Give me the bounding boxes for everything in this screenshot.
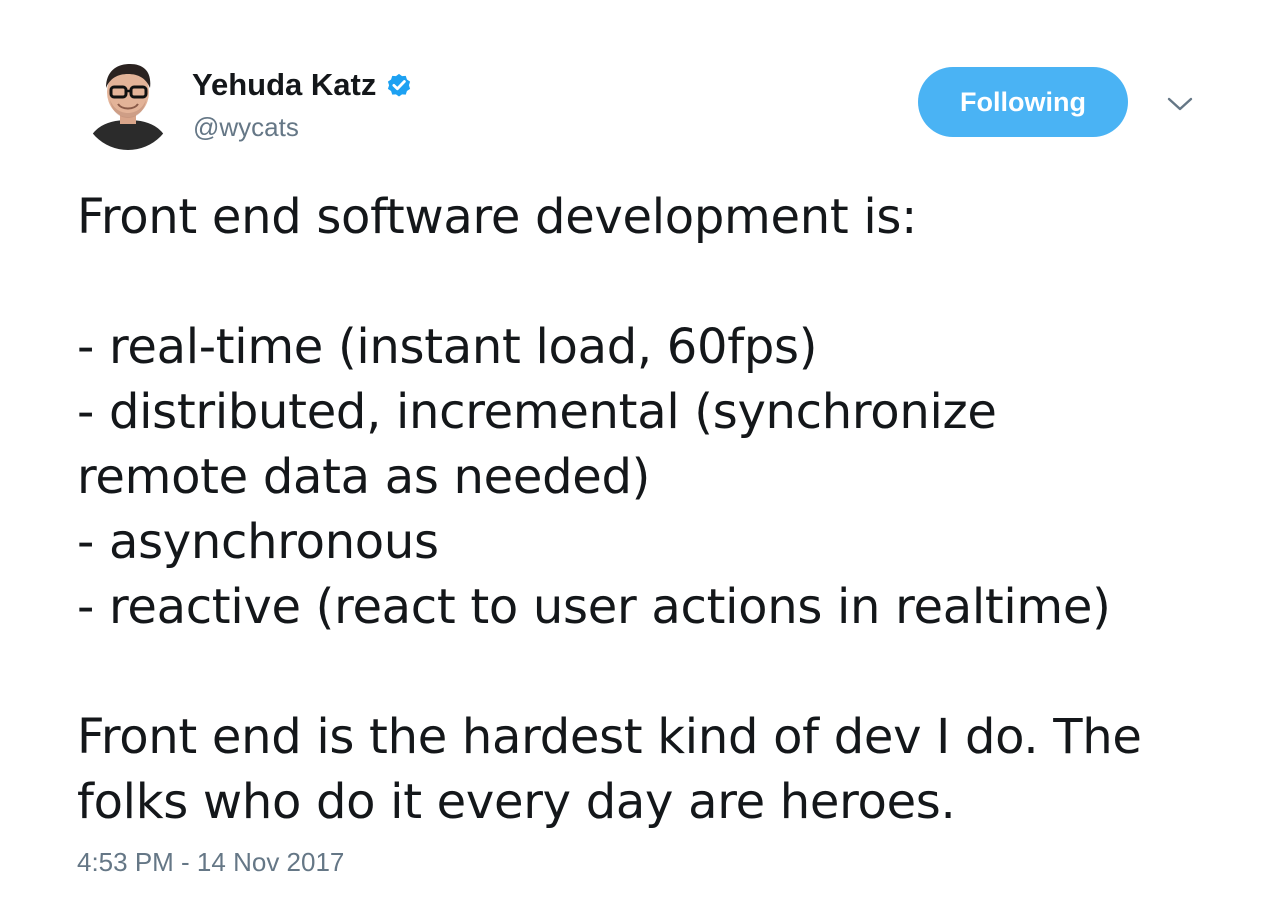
avatar-image (82, 58, 174, 150)
tweet-menu-button[interactable] (1160, 86, 1200, 122)
tweet-line: Front end is the hardest kind of dev I d… (77, 709, 1142, 765)
tweet-text: Front end software development is: - rea… (77, 185, 1247, 835)
tweet-line-break (77, 250, 1247, 315)
tweet-line: remote data as needed) (77, 449, 651, 505)
tweet-card: Yehuda Katz @wycats Following Front end … (0, 0, 1275, 904)
tweet-line: - real-time (instant load, 60fps) (77, 319, 818, 375)
author-avatar[interactable] (82, 58, 174, 150)
tweet-line-break (77, 640, 1247, 705)
author-name-row[interactable]: Yehuda Katz (192, 66, 413, 104)
verified-badge-icon (385, 71, 413, 99)
tweet-line: folks who do it every day are heroes. (77, 774, 956, 830)
tweet-line: - asynchronous (77, 514, 439, 570)
chevron-down-icon (1167, 97, 1193, 111)
tweet-line: - distributed, incremental (synchronize (77, 384, 997, 440)
tweet-line: Front end software development is: (77, 189, 917, 245)
author-handle[interactable]: @wycats (193, 112, 299, 143)
tweet-line: - reactive (react to user actions in rea… (77, 579, 1111, 635)
author-display-name[interactable]: Yehuda Katz (192, 67, 376, 103)
tweet-timestamp[interactable]: 4:53 PM - 14 Nov 2017 (77, 847, 344, 878)
following-button[interactable]: Following (918, 67, 1128, 137)
